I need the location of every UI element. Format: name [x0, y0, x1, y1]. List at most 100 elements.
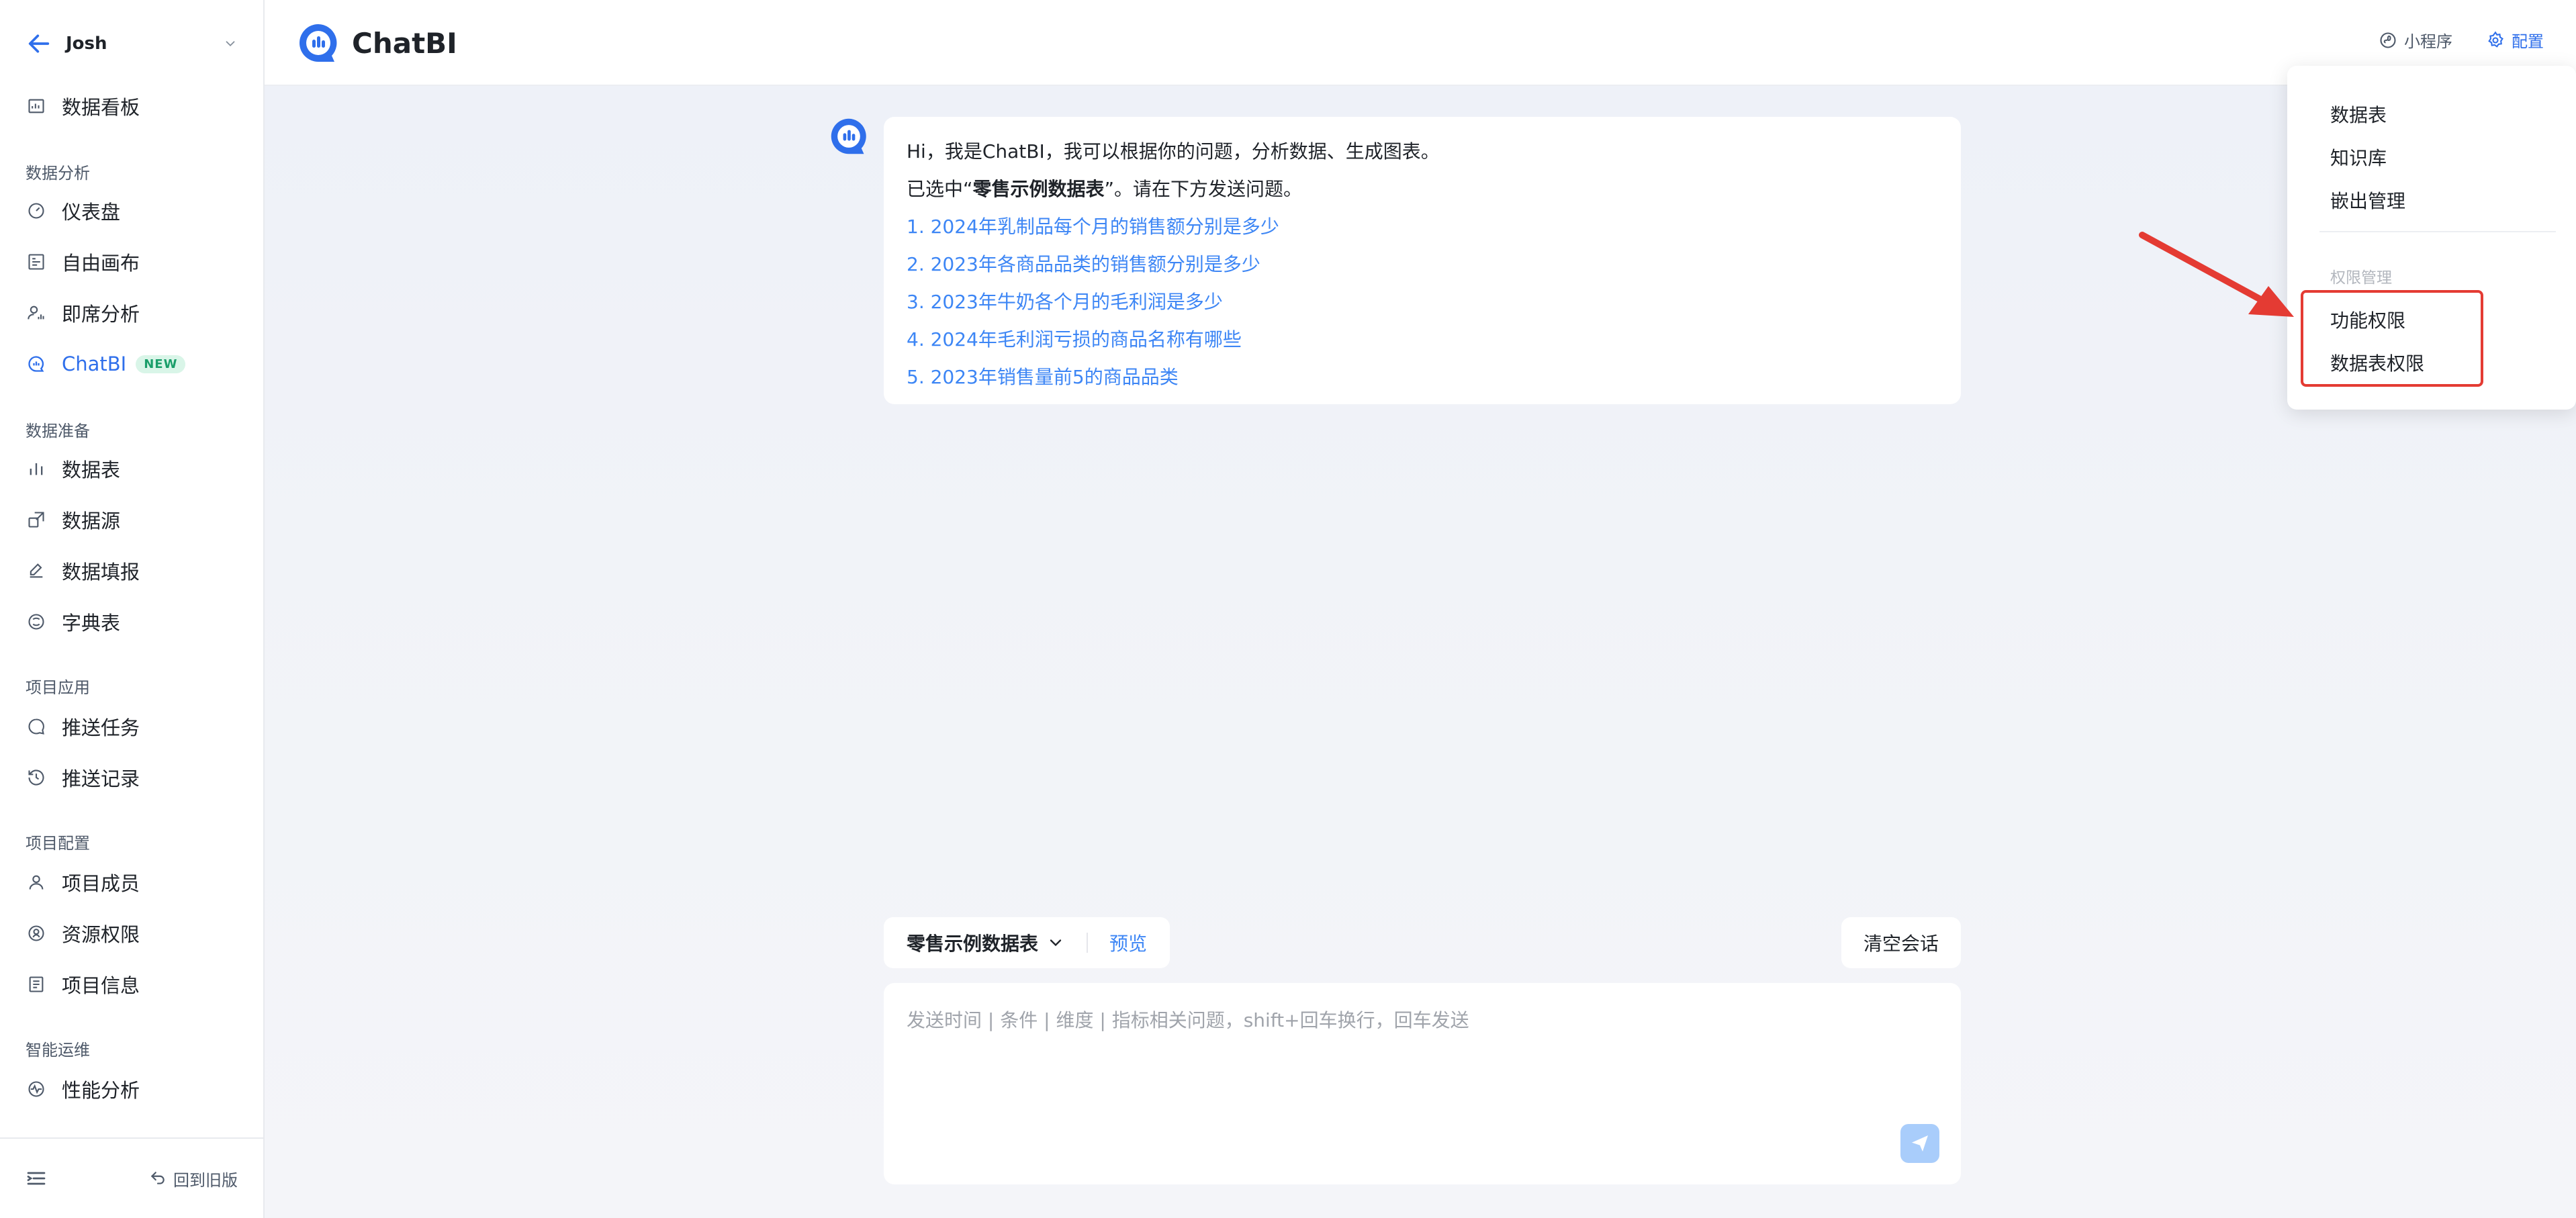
app-root: Josh 数据看板 数据分析 仪表盘 自由画布 即席分析 ChatBI NEW …: [0, 0, 2576, 1218]
bot-avatar-icon: [831, 118, 866, 154]
annotation-arrow: [2139, 232, 2294, 317]
pencil-icon: [26, 560, 47, 581]
sidebar-item-label: 推送记录: [62, 767, 140, 790]
history-icon: [26, 767, 47, 788]
mini-program-label: 小程序: [2404, 32, 2452, 51]
sidebar-item-label: 数据看板: [62, 96, 140, 119]
sidebar-item-performance[interactable]: 性能分析: [0, 1068, 263, 1111]
sidebar-item-push-task[interactable]: 推送任务: [0, 705, 263, 748]
sidebar-item-push-record[interactable]: 推送记录: [0, 756, 263, 799]
back-to-old-version-button[interactable]: 回到旧版: [149, 1167, 238, 1190]
back-arrow-icon[interactable]: [26, 30, 52, 57]
sidebar-item-data-fill[interactable]: 数据填报: [0, 549, 263, 592]
menu-item-knowledge-base[interactable]: 知识库: [2330, 144, 2387, 171]
bot-message: Hi，我是ChatBI，我可以根据你的问题，分析数据、生成图表。 已选中“零售示…: [884, 117, 1961, 404]
new-badge: NEW: [136, 355, 186, 373]
dataset-select[interactable]: 零售示例数据表: [907, 929, 1065, 956]
sidebar-item-adhoc-analysis[interactable]: 即席分析: [0, 291, 263, 334]
selected-suffix: ”。请在下方发送问题。: [1104, 178, 1303, 200]
suggested-question[interactable]: 2. 2023年各商品品类的销售额分别是多少: [907, 246, 1938, 283]
sidebar-item-label: ChatBI: [62, 353, 127, 375]
sidebar-item-label: 性能分析: [62, 1079, 140, 1102]
dictionary-icon: [26, 611, 47, 633]
config-dropdown-menu: 数据表 知识库 嵌出管理 权限管理 功能权限 数据表权限: [2287, 66, 2576, 410]
back-to-old-version-label: 回到旧版: [173, 1170, 238, 1190]
sidebar-item-label: 数据表: [62, 459, 121, 481]
config-button[interactable]: 配置: [2486, 28, 2544, 52]
undo-icon: [150, 1172, 165, 1184]
chatbi-icon: [26, 353, 47, 375]
preview-link[interactable]: 预览: [1109, 929, 1147, 956]
brand: ChatBI: [297, 21, 457, 64]
sidebar-item-resource-permission[interactable]: 资源权限: [0, 912, 263, 955]
divider: [1087, 933, 1089, 953]
sidebar-item-data-table[interactable]: 数据表: [0, 447, 263, 490]
chevron-down-icon: [1050, 939, 1062, 947]
sidebar-section-title: 数据准备: [26, 422, 90, 440]
mini-program-button[interactable]: 小程序: [2379, 28, 2452, 52]
brand-name: ChatBI: [352, 26, 457, 60]
canvas-icon: [26, 251, 47, 273]
sidebar-item-free-canvas[interactable]: 自由画布: [0, 240, 263, 283]
menu-divider: [2319, 231, 2556, 232]
dataset-toolbar: 零售示例数据表 预览: [884, 917, 1170, 968]
board-icon: [26, 95, 47, 117]
gear-icon: [2488, 31, 2503, 48]
data-source-icon: [26, 509, 47, 530]
selected-table-text: 已选中“零售示例数据表”。请在下方发送问题。: [907, 171, 1938, 208]
sidebar-item-label: 自由画布: [62, 252, 140, 275]
sidebar-section-title: 项目应用: [26, 678, 90, 697]
sidebar-item-dictionary[interactable]: 字典表: [0, 600, 263, 643]
menu-group-title: 权限管理: [2330, 269, 2392, 287]
sidebar-header[interactable]: Josh: [0, 0, 263, 87]
sidebar-item-chatbi[interactable]: ChatBI NEW: [0, 342, 263, 385]
menu-item-data-table[interactable]: 数据表: [2330, 101, 2387, 128]
suggested-question[interactable]: 4. 2024年毛利润亏损的商品名称有哪些: [907, 321, 1938, 359]
sidebar: Josh 数据看板 数据分析 仪表盘 自由画布 即席分析 ChatBI NEW …: [0, 0, 265, 1218]
sidebar-item-label: 推送任务: [62, 716, 140, 739]
bar-chart-icon: [26, 458, 47, 479]
suggested-question[interactable]: 3. 2023年牛奶各个月的毛利润是多少: [907, 283, 1938, 321]
chevron-down-icon[interactable]: [223, 36, 238, 51]
top-actions: 小程序 配置: [2345, 28, 2544, 52]
menu-item-function-permission[interactable]: 功能权限: [2330, 306, 2405, 333]
selected-prefix: 已选中“: [907, 178, 973, 200]
sidebar-item-data-source[interactable]: 数据源: [0, 498, 263, 541]
sidebar-item-project-info[interactable]: 项目信息: [0, 963, 263, 1006]
resource-icon: [26, 923, 47, 944]
gauge-icon: [26, 200, 47, 222]
message-input[interactable]: [884, 983, 1961, 1184]
pulse-icon: [26, 1078, 47, 1100]
clear-conversation-button[interactable]: 清空会话: [1841, 917, 1961, 968]
sidebar-item-dashboard-board[interactable]: 数据看板: [0, 85, 263, 128]
sidebar-item-label: 项目信息: [62, 974, 140, 997]
user-icon: [26, 872, 47, 893]
dataset-select-value: 零售示例数据表: [907, 933, 1039, 955]
suggested-question[interactable]: 1. 2024年乳制品每个月的销售额分别是多少: [907, 208, 1938, 246]
sidebar-item-label: 仪表盘: [62, 201, 121, 224]
menu-item-table-permission[interactable]: 数据表权限: [2330, 349, 2424, 376]
suggested-question[interactable]: 5. 2023年销售量前5的商品品类: [907, 359, 1938, 396]
send-icon: [1912, 1135, 1928, 1152]
selected-table-name: 零售示例数据表: [972, 178, 1105, 200]
greeting-text: Hi，我是ChatBI，我可以根据你的问题，分析数据、生成图表。: [907, 140, 1440, 162]
top-bar: ChatBI 小程序 配置: [265, 0, 2576, 86]
user-name: Josh: [66, 34, 107, 54]
sidebar-section-title: 智能运维: [26, 1041, 90, 1060]
sidebar-section-title: 项目配置: [26, 834, 90, 853]
mini-program-icon: [2380, 32, 2396, 48]
sidebar-item-dashboard[interactable]: 仪表盘: [0, 189, 263, 232]
menu-item-embed-management[interactable]: 嵌出管理: [2330, 187, 2405, 214]
collapse-menu-icon[interactable]: [26, 1168, 47, 1189]
chatbi-logo-icon: [300, 24, 337, 62]
person-analysis-icon: [26, 302, 47, 324]
config-label: 配置: [2512, 32, 2544, 51]
message-input-box: [884, 983, 1961, 1184]
send-button[interactable]: [1900, 1124, 1939, 1163]
sidebar-item-label: 数据填报: [62, 561, 140, 583]
sidebar-item-label: 资源权限: [62, 923, 140, 946]
sidebar-footer: 回到旧版: [0, 1137, 263, 1218]
sidebar-item-label: 项目成员: [62, 872, 140, 895]
sidebar-item-project-members[interactable]: 项目成员: [0, 861, 263, 904]
chat-bubble-icon: [26, 716, 47, 737]
